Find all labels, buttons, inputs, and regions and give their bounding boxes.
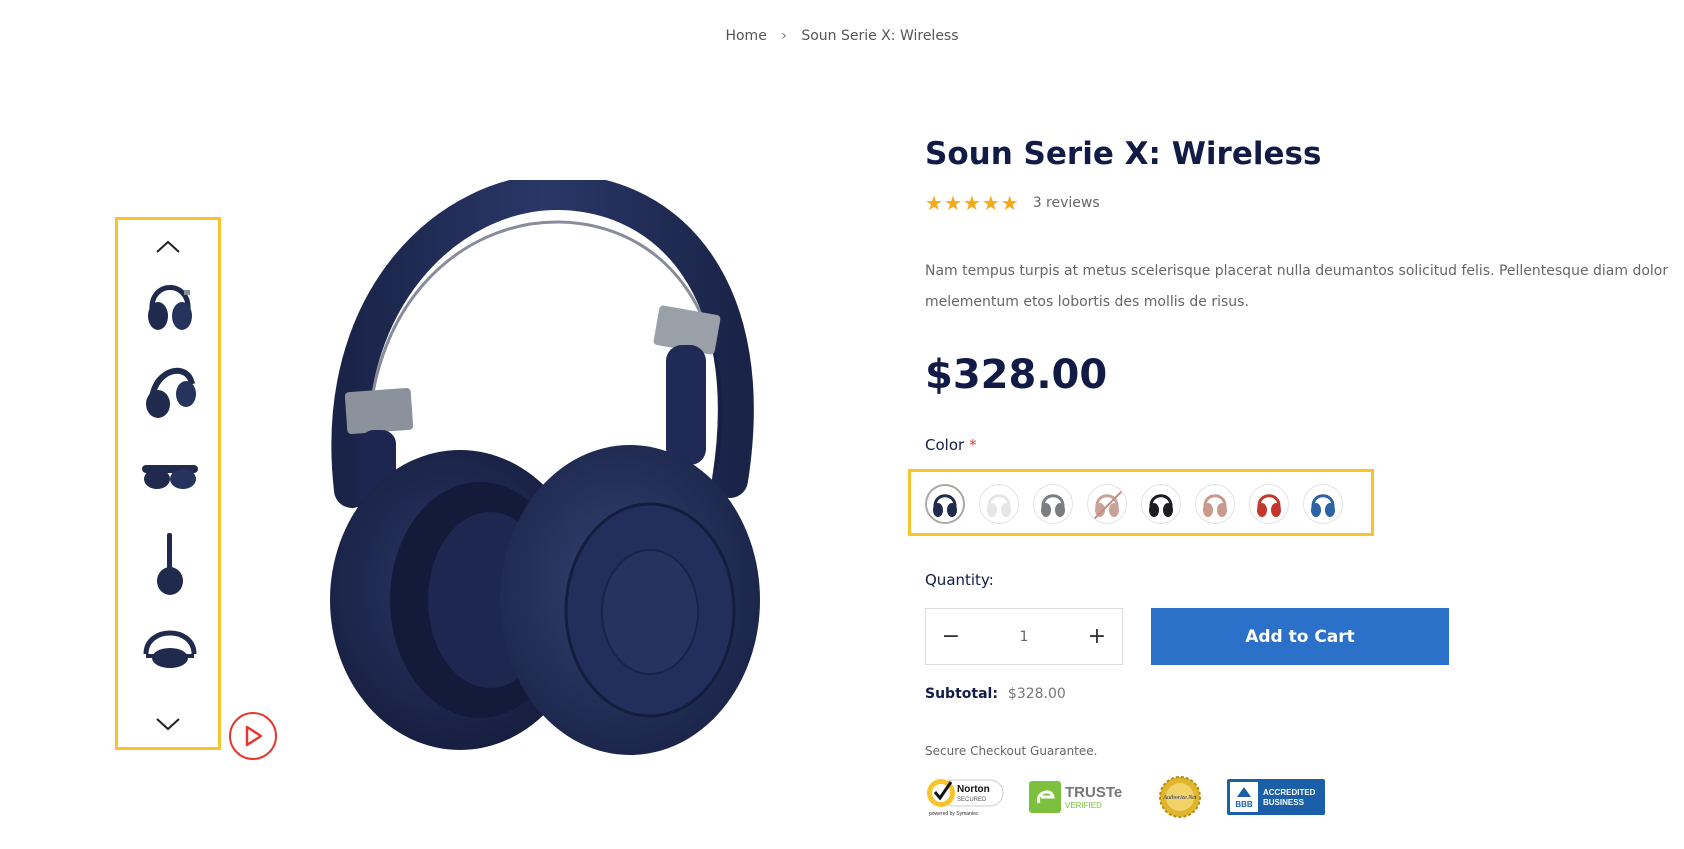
reviews-link[interactable]: 3 reviews [1033, 195, 1100, 211]
star-icon: ★ [943, 191, 962, 215]
color-swatches [908, 469, 1374, 536]
truste-line2: VERIFIED [1065, 801, 1102, 810]
breadcrumb-separator: › [781, 28, 787, 44]
norton-logo-icon: Norton SECURED powered by Symantec [927, 779, 1004, 817]
truste-badge: TRUSTe VERIFIED [1029, 779, 1133, 815]
authorize-net-seal-icon: Authorize.Net [1159, 776, 1201, 818]
subtotal-value: $328.00 [1007, 686, 1066, 702]
truste-line1: TRUSTe [1065, 784, 1122, 801]
star-rating: ★ ★ ★ ★ ★ [925, 193, 1019, 213]
headphones-navy-icon [933, 494, 957, 517]
star-icon: ★ [1000, 191, 1019, 215]
thumbnail-folded-view[interactable] [140, 442, 200, 512]
thumbnail-down-button[interactable] [118, 709, 218, 739]
breadcrumb-current: Soun Serie X: Wireless [801, 28, 959, 44]
color-swatch-gray[interactable] [1033, 484, 1073, 524]
color-swatch-blue[interactable] [1303, 484, 1343, 524]
subtotal-label: Subtotal: [925, 686, 998, 702]
thumbnail-up-button[interactable] [118, 232, 218, 262]
norton-badge: Norton SECURED powered by Symantec [925, 776, 1007, 818]
star-icon: ★ [981, 191, 1000, 215]
bbb-line1: ACCREDITED [1263, 788, 1316, 797]
quantity-input[interactable] [994, 628, 1054, 645]
thumbnail-front-view[interactable] [140, 268, 200, 338]
product-price: $328.00 [925, 352, 1108, 398]
thumbnail-side-view[interactable] [140, 355, 200, 425]
color-swatch-rose-unavailable[interactable] [1087, 484, 1127, 524]
secure-checkout-text: Secure Checkout Guarantee. [925, 744, 1098, 758]
bbb-badge: BBB ACCREDITED BUSINESS [1227, 777, 1325, 817]
color-swatch-rose[interactable] [1195, 484, 1235, 524]
norton-line1: Norton [957, 784, 990, 795]
headphones-white-icon [987, 494, 1011, 517]
thumbnail-carousel [115, 217, 221, 750]
color-swatch-white[interactable] [979, 484, 1019, 524]
headphones-image-icon [330, 173, 760, 755]
product-title: Soun Serie X: Wireless [925, 136, 1322, 172]
quantity-increase-button[interactable]: + [1072, 609, 1122, 664]
norton-line2: SECURED [957, 797, 987, 803]
quantity-stepper: − + [925, 608, 1123, 665]
subtotal: Subtotal: $328.00 [925, 686, 1066, 702]
headphones-profile-icon [157, 533, 183, 595]
headphones-side-icon [146, 367, 196, 418]
norton-line3: powered by Symantec [929, 811, 979, 817]
color-label: Color * [925, 436, 977, 454]
star-icon: ★ [962, 191, 981, 215]
authorize-line1: Authorize.Net [1162, 795, 1196, 801]
headphones-black-icon [1149, 494, 1173, 517]
quantity-label: Quantity: [925, 571, 994, 589]
bbb-logo-text: BBB [1235, 800, 1253, 809]
play-icon [245, 725, 263, 747]
breadcrumb: Home › Soun Serie X: Wireless [0, 28, 1684, 44]
bbb-logo-icon: BBB ACCREDITED BUSINESS [1227, 779, 1325, 815]
headphones-red-icon [1257, 494, 1281, 517]
truste-logo-icon: TRUSTe VERIFIED [1029, 781, 1122, 813]
color-swatch-red[interactable] [1249, 484, 1289, 524]
color-swatch-black[interactable] [1141, 484, 1181, 524]
headphones-rose-icon [1203, 494, 1227, 517]
headphones-blue-icon [1311, 494, 1335, 517]
add-to-cart-button[interactable]: Add to Cart [1151, 608, 1449, 665]
chevron-up-icon [156, 240, 180, 253]
headphones-top-icon [143, 630, 197, 668]
trust-badges: Norton SECURED powered by Symantec TRUST… [925, 775, 1347, 819]
quantity-decrease-button[interactable]: − [926, 609, 976, 664]
headphones-front-icon [148, 285, 192, 330]
headphones-folded-icon [142, 465, 198, 489]
breadcrumb-home[interactable]: Home [725, 28, 766, 44]
product-description: Nam tempus turpis at metus scelerisque p… [925, 263, 1669, 310]
chevron-down-icon [156, 718, 180, 731]
thumbnail-profile-view[interactable] [140, 529, 200, 599]
star-icon: ★ [925, 191, 943, 215]
product-rating: ★ ★ ★ ★ ★ 3 reviews [925, 193, 1100, 213]
authorize-net-badge: Authorize.Net [1155, 775, 1205, 819]
thumbnail-top-view[interactable] [140, 616, 200, 686]
headphones-gray-icon [1041, 494, 1065, 517]
required-mark: * [969, 436, 977, 454]
color-label-text: Color [925, 436, 965, 454]
color-swatch-navy[interactable] [925, 484, 965, 524]
main-product-image [330, 173, 770, 770]
bbb-line2: BUSINESS [1263, 798, 1305, 807]
play-video-button[interactable] [229, 712, 277, 760]
